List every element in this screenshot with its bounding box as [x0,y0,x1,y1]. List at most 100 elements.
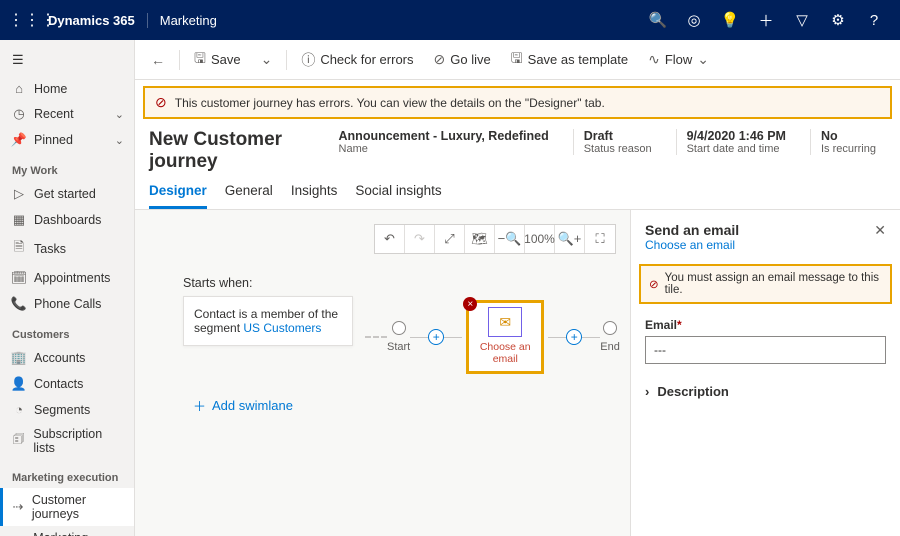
nav-header-mywork: My Work [0,159,134,181]
tile-error-icon: × [463,297,477,311]
undo-button[interactable]: ↶ [375,225,405,253]
hamburger-icon[interactable]: ☰ [0,44,134,76]
save-dropdown[interactable]: ⌄ [253,47,281,72]
gear-icon[interactable]: ⚙ [820,11,856,29]
add-node-button[interactable]: + [428,329,444,345]
golive-icon: ⊘ [434,51,446,68]
flow-button[interactable]: ∿Flow ⌄ [640,47,717,72]
field-status-val: Draft [584,129,652,143]
home-icon: ⌂ [10,81,28,96]
zoom-level[interactable]: 100% [525,225,555,253]
play-icon: ▷ [10,186,28,202]
error-icon: ⊘ [155,94,167,111]
save-button[interactable]: 🖫Save [186,44,249,76]
start-condition-box[interactable]: Contact is a member of the segment US Cu… [183,296,353,346]
redo-button[interactable]: ↷ [405,225,435,253]
end-node[interactable]: End [600,321,620,353]
app-launcher-icon[interactable]: ⋮⋮⋮ [8,10,44,30]
building-icon: 🏢 [10,350,28,366]
journey-flow: Start + × ✉ Choose an email + End [365,300,620,374]
nav-header-customers: Customers [0,323,134,345]
designer-canvas[interactable]: ↶ ↷ ⤢ 🗺 −🔍 100% 🔍+ ⛶ Starts when: Contac… [135,210,630,536]
segment-link[interactable]: US Customers [243,321,321,335]
email-field-input[interactable]: --- [645,336,886,364]
save-icon: 🖫 [194,48,206,72]
go-live-button[interactable]: ⊘Go live [426,47,499,72]
nav-recent[interactable]: ◷Recent⌄ [0,101,134,127]
assist-icon[interactable]: ◎ [676,11,712,29]
email-tile[interactable]: × ✉ Choose an email [466,300,544,374]
bulb-icon[interactable]: 💡 [712,11,748,29]
panel-title: Send an email [645,222,739,238]
tab-designer[interactable]: Designer [149,183,207,209]
start-node[interactable]: Start [387,321,410,353]
tabs: Designer General Insights Social insight… [135,173,900,210]
field-start-val: 9/4/2020 1:46 PM [687,129,786,143]
tile-label: Choose an email [473,341,537,365]
zoom-out-button[interactable]: −🔍 [495,225,525,253]
brand: Dynamics 365 [44,13,135,28]
check-errors-button[interactable]: ⓘCheck for errors [293,46,421,74]
dashboard-icon: ▦ [10,212,28,228]
nav-dashboards[interactable]: ▦Dashboards [0,207,134,233]
sidebar: ☰ ⌂Home ◷Recent⌄ 📌Pinned⌄ My Work ▷Get s… [0,40,135,536]
chevron-down-icon: ⌄ [115,134,124,147]
record-header: New Customer journey Announcement - Luxu… [135,125,900,173]
page-title: New Customer journey [149,129,329,173]
nav-header-mexec: Marketing execution [0,466,134,488]
nav-getstarted[interactable]: ▷Get started [0,181,134,207]
pie-icon: ◔ [10,402,28,417]
command-bar: ← 🖫Save ⌄ ⓘCheck for errors ⊘Go live 🖫Sa… [135,40,900,80]
nav-contacts[interactable]: 👤Contacts [0,371,134,397]
properties-panel: Send an email Choose an email ✕ ⊘ You mu… [630,210,900,536]
flow-icon: ∿ [648,51,660,68]
plus-icon: ＋ [193,396,206,415]
add-node-button[interactable]: + [566,329,582,345]
canvas-toolbar: ↶ ↷ ⤢ 🗺 −🔍 100% 🔍+ ⛶ [374,224,616,254]
field-recur-val: No [821,129,876,143]
list-icon: 🗊 [10,430,27,452]
chevron-down-icon: ⌄ [697,51,709,68]
nav-appointments[interactable]: 🗓Appointments [0,265,134,291]
module-name[interactable]: Marketing [147,13,217,28]
nav-tasks[interactable]: 🗎Tasks [0,233,134,265]
clock-icon: ◷ [10,106,28,122]
nav-sublists[interactable]: 🗊Subscription lists [0,422,134,460]
journey-icon: ⇢ [10,499,26,515]
chevron-right-icon: › [645,384,649,399]
zoom-in-button[interactable]: 🔍+ [555,225,585,253]
search-icon[interactable]: 🔍 [640,11,676,29]
help-icon[interactable]: ? [856,12,892,29]
nav-pinned[interactable]: 📌Pinned⌄ [0,127,134,153]
fullscreen-button[interactable]: ⤢ [435,225,465,253]
filter-icon[interactable]: ▽ [784,11,820,29]
panel-subtitle-link[interactable]: Choose an email [645,238,739,252]
person-icon: 👤 [10,376,28,392]
nav-marketing-emails[interactable]: ✉Marketing emails [0,526,134,536]
chevron-down-icon: ⌄ [115,108,124,121]
pin-icon: 📌 [10,132,28,148]
fit-button[interactable]: ⛶ [585,225,615,253]
email-field-label: Email* [645,318,886,332]
map-button[interactable]: 🗺 [465,225,495,253]
error-banner: ⊘ This customer journey has errors. You … [143,86,892,119]
nav-home[interactable]: ⌂Home [0,76,134,101]
tab-insights[interactable]: Insights [291,183,338,209]
tab-social-insights[interactable]: Social insights [355,183,441,209]
add-icon[interactable]: ＋ [748,10,784,31]
field-name-val: Announcement - Luxury, Redefined [339,129,549,143]
check-icon: ⓘ [301,50,315,70]
add-swimlane-button[interactable]: ＋Add swimlane [193,396,293,415]
nav-customer-journeys[interactable]: ⇢Customer journeys [0,488,134,526]
starts-when-label: Starts when: [183,276,252,290]
error-text: This customer journey has errors. You ca… [175,96,605,110]
nav-phonecalls[interactable]: 📞Phone Calls [0,291,134,317]
back-button[interactable]: ← [143,48,173,72]
save-template-button[interactable]: 🖫Save as template [503,44,636,76]
arrow-left-icon: ← [151,52,165,68]
close-panel-button[interactable]: ✕ [874,222,886,239]
tab-general[interactable]: General [225,183,273,209]
description-section[interactable]: › Description [631,374,900,409]
nav-accounts[interactable]: 🏢Accounts [0,345,134,371]
nav-segments[interactable]: ◔Segments [0,397,134,422]
